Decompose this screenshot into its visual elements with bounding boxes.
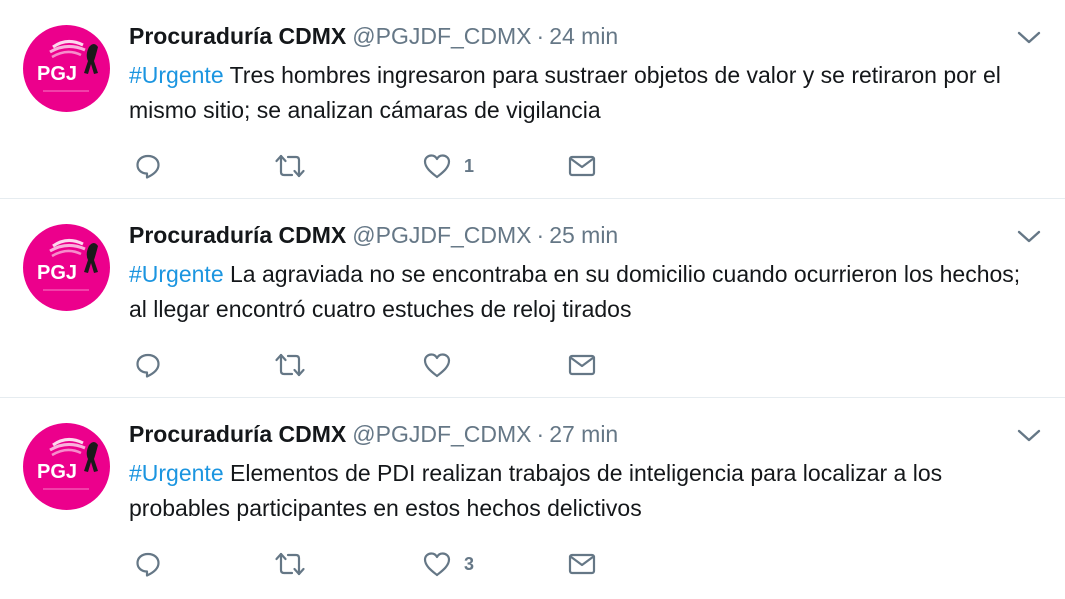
- tweet[interactable]: PGJ Procuraduría CDMX @PGJDF_CDMX · 27 min …: [0, 398, 1065, 599]
- direct-message-button[interactable]: [567, 349, 597, 381]
- separator: ·: [536, 421, 545, 447]
- heart-icon: [423, 154, 451, 179]
- tweet-header: Procuraduría CDMX @PGJDF_CDMX · 27 min: [129, 420, 618, 448]
- tweet-body: Tres hombres ingresaron para sustraer ob…: [129, 62, 1001, 123]
- like-button[interactable]: [422, 349, 464, 381]
- tweet[interactable]: PGJ Procuraduría CDMX @PGJDF_CDMX · 25 min …: [0, 199, 1065, 398]
- reply-button[interactable]: [134, 150, 174, 182]
- pgj-logo-icon: PGJ: [37, 438, 98, 490]
- hashtag-link[interactable]: #Urgente: [129, 62, 224, 88]
- tweet-body: La agraviada no se encontraba en su domi…: [129, 261, 1021, 322]
- envelope-icon: [568, 553, 596, 575]
- retweet-button[interactable]: [274, 349, 318, 381]
- reply-icon: [136, 353, 160, 378]
- chevron-down-icon[interactable]: [1015, 226, 1043, 246]
- envelope-icon: [568, 155, 596, 177]
- heart-icon: [423, 552, 451, 577]
- direct-message-button[interactable]: [567, 150, 597, 182]
- timestamp[interactable]: 24 min: [549, 23, 618, 49]
- like-count: 1: [464, 155, 475, 176]
- retweet-button[interactable]: [274, 548, 318, 580]
- display-name[interactable]: Procuraduría CDMX: [129, 222, 346, 248]
- separator: ·: [536, 23, 545, 49]
- like-count: 3: [464, 553, 475, 574]
- retweet-button[interactable]: [274, 150, 318, 182]
- like-button[interactable]: 1: [422, 150, 474, 182]
- svg-text:PGJ: PGJ: [37, 63, 77, 85]
- heart-icon: [423, 353, 451, 378]
- direct-message-button[interactable]: [567, 548, 597, 580]
- retweet-icon: [275, 154, 305, 178]
- retweet-icon: [275, 552, 305, 576]
- separator: ·: [536, 222, 545, 248]
- display-name[interactable]: Procuraduría CDMX: [129, 23, 346, 49]
- tweet-body: Elementos de PDI realizan trabajos de in…: [129, 460, 943, 521]
- pgj-logo-icon: PGJ: [37, 239, 98, 291]
- reply-button[interactable]: [134, 548, 174, 580]
- timestamp[interactable]: 27 min: [549, 421, 618, 447]
- tweet-actions: 1: [129, 150, 629, 182]
- svg-text:PGJ: PGJ: [37, 461, 77, 483]
- reply-icon: [136, 154, 160, 179]
- retweet-icon: [275, 353, 305, 377]
- tweet-text: #Urgente Elementos de PDI realizan traba…: [129, 456, 1039, 526]
- handle[interactable]: @PGJDF_CDMX: [352, 23, 531, 49]
- svg-text:PGJ: PGJ: [37, 262, 77, 284]
- pgj-logo-icon: PGJ: [37, 40, 98, 92]
- avatar[interactable]: PGJ: [23, 224, 110, 311]
- tweet-header: Procuraduría CDMX @PGJDF_CDMX · 24 min: [129, 22, 618, 50]
- tweet-text: #Urgente Tres hombres ingresaron para su…: [129, 58, 1039, 128]
- tweet-actions: [129, 349, 629, 381]
- chevron-down-icon[interactable]: [1015, 27, 1043, 47]
- display-name[interactable]: Procuraduría CDMX: [129, 421, 346, 447]
- like-button[interactable]: 3: [422, 548, 474, 580]
- reply-button[interactable]: [134, 349, 174, 381]
- hashtag-link[interactable]: #Urgente: [129, 460, 224, 486]
- chevron-down-icon[interactable]: [1015, 425, 1043, 445]
- tweet-header: Procuraduría CDMX @PGJDF_CDMX · 25 min: [129, 221, 618, 249]
- tweet-text: #Urgente La agraviada no se encontraba e…: [129, 257, 1039, 327]
- handle[interactable]: @PGJDF_CDMX: [352, 421, 531, 447]
- handle[interactable]: @PGJDF_CDMX: [352, 222, 531, 248]
- timestamp[interactable]: 25 min: [549, 222, 618, 248]
- avatar[interactable]: PGJ: [23, 25, 110, 112]
- timeline: PGJ Procuraduría CDMX @PGJDF_CDMX · 24 min …: [0, 0, 1065, 599]
- tweet-actions: 3: [129, 548, 629, 580]
- hashtag-link[interactable]: #Urgente: [129, 261, 224, 287]
- avatar[interactable]: PGJ: [23, 423, 110, 510]
- reply-icon: [136, 552, 160, 577]
- envelope-icon: [568, 354, 596, 376]
- tweet[interactable]: PGJ Procuraduría CDMX @PGJDF_CDMX · 24 min …: [0, 0, 1065, 199]
